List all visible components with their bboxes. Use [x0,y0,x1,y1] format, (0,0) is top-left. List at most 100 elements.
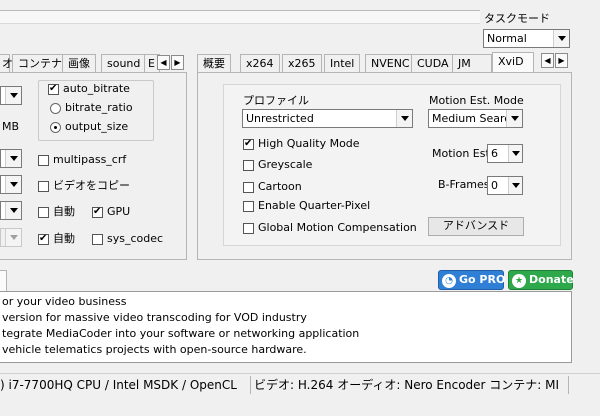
tab-scroll-right-icon[interactable]: ▶ [171,55,184,70]
sys-codec-row[interactable]: sys_codec [92,232,163,246]
chevron-down-icon[interactable] [553,30,569,47]
motion-est-value: 6 [491,147,498,160]
chevron-down-icon[interactable] [508,177,522,194]
chevron-down-icon[interactable] [5,202,21,219]
news-item[interactable]: version for massive video transcoding fo… [0,310,571,326]
gpu-label: GPU [107,205,131,218]
auto-2-checkbox[interactable] [38,232,49,246]
news-item[interactable]: or your video business [0,294,571,310]
mb-unit-label: MB [2,120,20,133]
tab-x265[interactable]: x265 [282,54,322,74]
gmc-row[interactable]: Global Motion Compensation [243,221,417,235]
tab-left-0[interactable]: オ [0,54,13,74]
news-item[interactable]: tegrate MediaCoder into your software or… [0,326,571,342]
chevron-down-icon[interactable] [5,176,21,193]
tab-jm[interactable]: JM [452,54,492,74]
greyscale-checkbox[interactable] [243,159,254,171]
chevron-down-icon[interactable] [5,150,21,167]
profile-select[interactable]: Unrestricted [242,109,413,128]
task-mode-select[interactable]: Normal [483,29,570,48]
left-select-4[interactable] [0,201,22,220]
tab-sound[interactable]: sound [101,54,147,74]
bframes-label: B-Frames [438,178,490,191]
encode-summary: ビデオ: H.264 オーディオ: Nero Encoder コンテナ: MI [254,378,560,392]
left-select-5[interactable] [0,228,22,247]
motion-est-select[interactable]: 6 [487,144,523,163]
bitrate-ratio-radio[interactable] [50,102,61,114]
bitrate-ratio-row[interactable]: bitrate_ratio [50,101,133,115]
chevron-down-icon[interactable] [506,110,522,127]
output-size-label: output_size [65,120,129,133]
cartoon-label: Cartoon [258,180,302,193]
tab-intel[interactable]: Intel [324,54,361,74]
high-quality-row[interactable]: High Quality Mode [243,137,360,151]
video-copy-row[interactable]: ビデオをコピー [38,179,130,193]
motion-mode-label: Motion Est. Mode [429,94,524,107]
bframes-value: 0 [491,179,498,192]
status-bar: ) i7-7700HQ CPU / Intel MSDK / OpenCL ビデ… [0,373,600,397]
output-path-field[interactable] [0,10,480,24]
high-quality-label: High Quality Mode [258,137,360,150]
auto-bitrate-checkbox[interactable] [48,82,59,96]
multipass-crf-checkbox[interactable] [38,154,49,166]
task-mode-label: タスクモード [484,12,550,25]
multipass-crf-row[interactable]: multipass_crf [38,153,126,167]
output-size-row[interactable]: output_size [50,120,128,134]
quarter-pixel-label: Enable Quarter-Pixel [258,199,371,212]
go-pro-icon: ◔ [442,274,456,288]
gmc-label: Global Motion Compensation [258,221,417,234]
tab-nvenc[interactable]: NVENC [365,54,416,74]
gmc-checkbox[interactable] [243,222,254,234]
sys-codec-checkbox[interactable] [92,233,103,245]
tab-cuda[interactable]: CUDA [411,54,455,74]
tab-x264[interactable]: x264 [240,54,280,74]
multipass-crf-label: multipass_crf [53,153,127,166]
auto-1-checkbox[interactable] [38,206,49,218]
motion-mode-select[interactable]: Medium Search [428,109,523,128]
tab-container[interactable]: コンテナ [12,54,68,74]
left-select-1[interactable] [0,86,22,105]
go-pro-label: Go PRO [459,273,506,286]
tab-scroll-right-icon[interactable]: ▶ [555,53,568,68]
chevron-down-icon[interactable] [508,145,522,162]
auto-bitrate-label: auto_bitrate [63,82,130,95]
greyscale-label: Greyscale [258,158,313,171]
left-select-2[interactable] [0,149,22,168]
output-size-radio[interactable] [50,121,61,133]
gpu-checkbox[interactable] [92,205,103,219]
auto-2-row[interactable]: 自動 [38,232,75,246]
quarter-pixel-checkbox[interactable] [243,200,254,212]
tab-scroll-left-icon[interactable]: ◀ [541,53,554,68]
news-item[interactable]: vehicle telematics projects with open-so… [0,342,571,358]
news-tab[interactable] [0,270,7,291]
bitrate-ratio-label: bitrate_ratio [65,101,133,114]
video-copy-checkbox[interactable] [38,180,49,192]
window-bottom-edge [0,397,600,416]
cartoon-row[interactable]: Cartoon [243,180,302,194]
tab-scroll-left-icon[interactable]: ◀ [157,55,170,70]
chevron-down-icon[interactable] [5,87,21,104]
quarter-pixel-row[interactable]: Enable Quarter-Pixel [243,199,370,213]
video-copy-label: ビデオをコピー [53,179,130,192]
news-panel: or your video business version for massi… [0,291,572,363]
tab-image[interactable]: 画像 [62,54,96,74]
left-select-3[interactable] [0,175,22,194]
tab-xvid[interactable]: XviD [492,52,534,74]
cartoon-checkbox[interactable] [243,181,254,193]
gpu-row[interactable]: GPU [92,205,130,219]
hardware-status: ) i7-7700HQ CPU / Intel MSDK / OpenCL [0,378,237,392]
greyscale-row[interactable]: Greyscale [243,158,312,172]
high-quality-checkbox[interactable] [243,137,254,151]
auto-bitrate-row[interactable]: auto_bitrate [48,82,132,96]
auto-1-row[interactable]: 自動 [38,205,75,219]
go-pro-button[interactable]: ◔ Go PRO [438,270,506,290]
advanced-button[interactable]: アドバンスド [428,217,524,236]
donate-button[interactable]: ★ Donate [508,270,574,290]
sys-codec-label: sys_codec [107,232,164,245]
tab-overview[interactable]: 概要 [197,54,231,74]
chevron-down-icon[interactable] [396,110,412,127]
profile-value: Unrestricted [246,112,314,125]
bframes-select[interactable]: 0 [487,176,523,195]
chevron-down-icon[interactable] [5,229,21,246]
task-mode-value: Normal [487,32,527,45]
